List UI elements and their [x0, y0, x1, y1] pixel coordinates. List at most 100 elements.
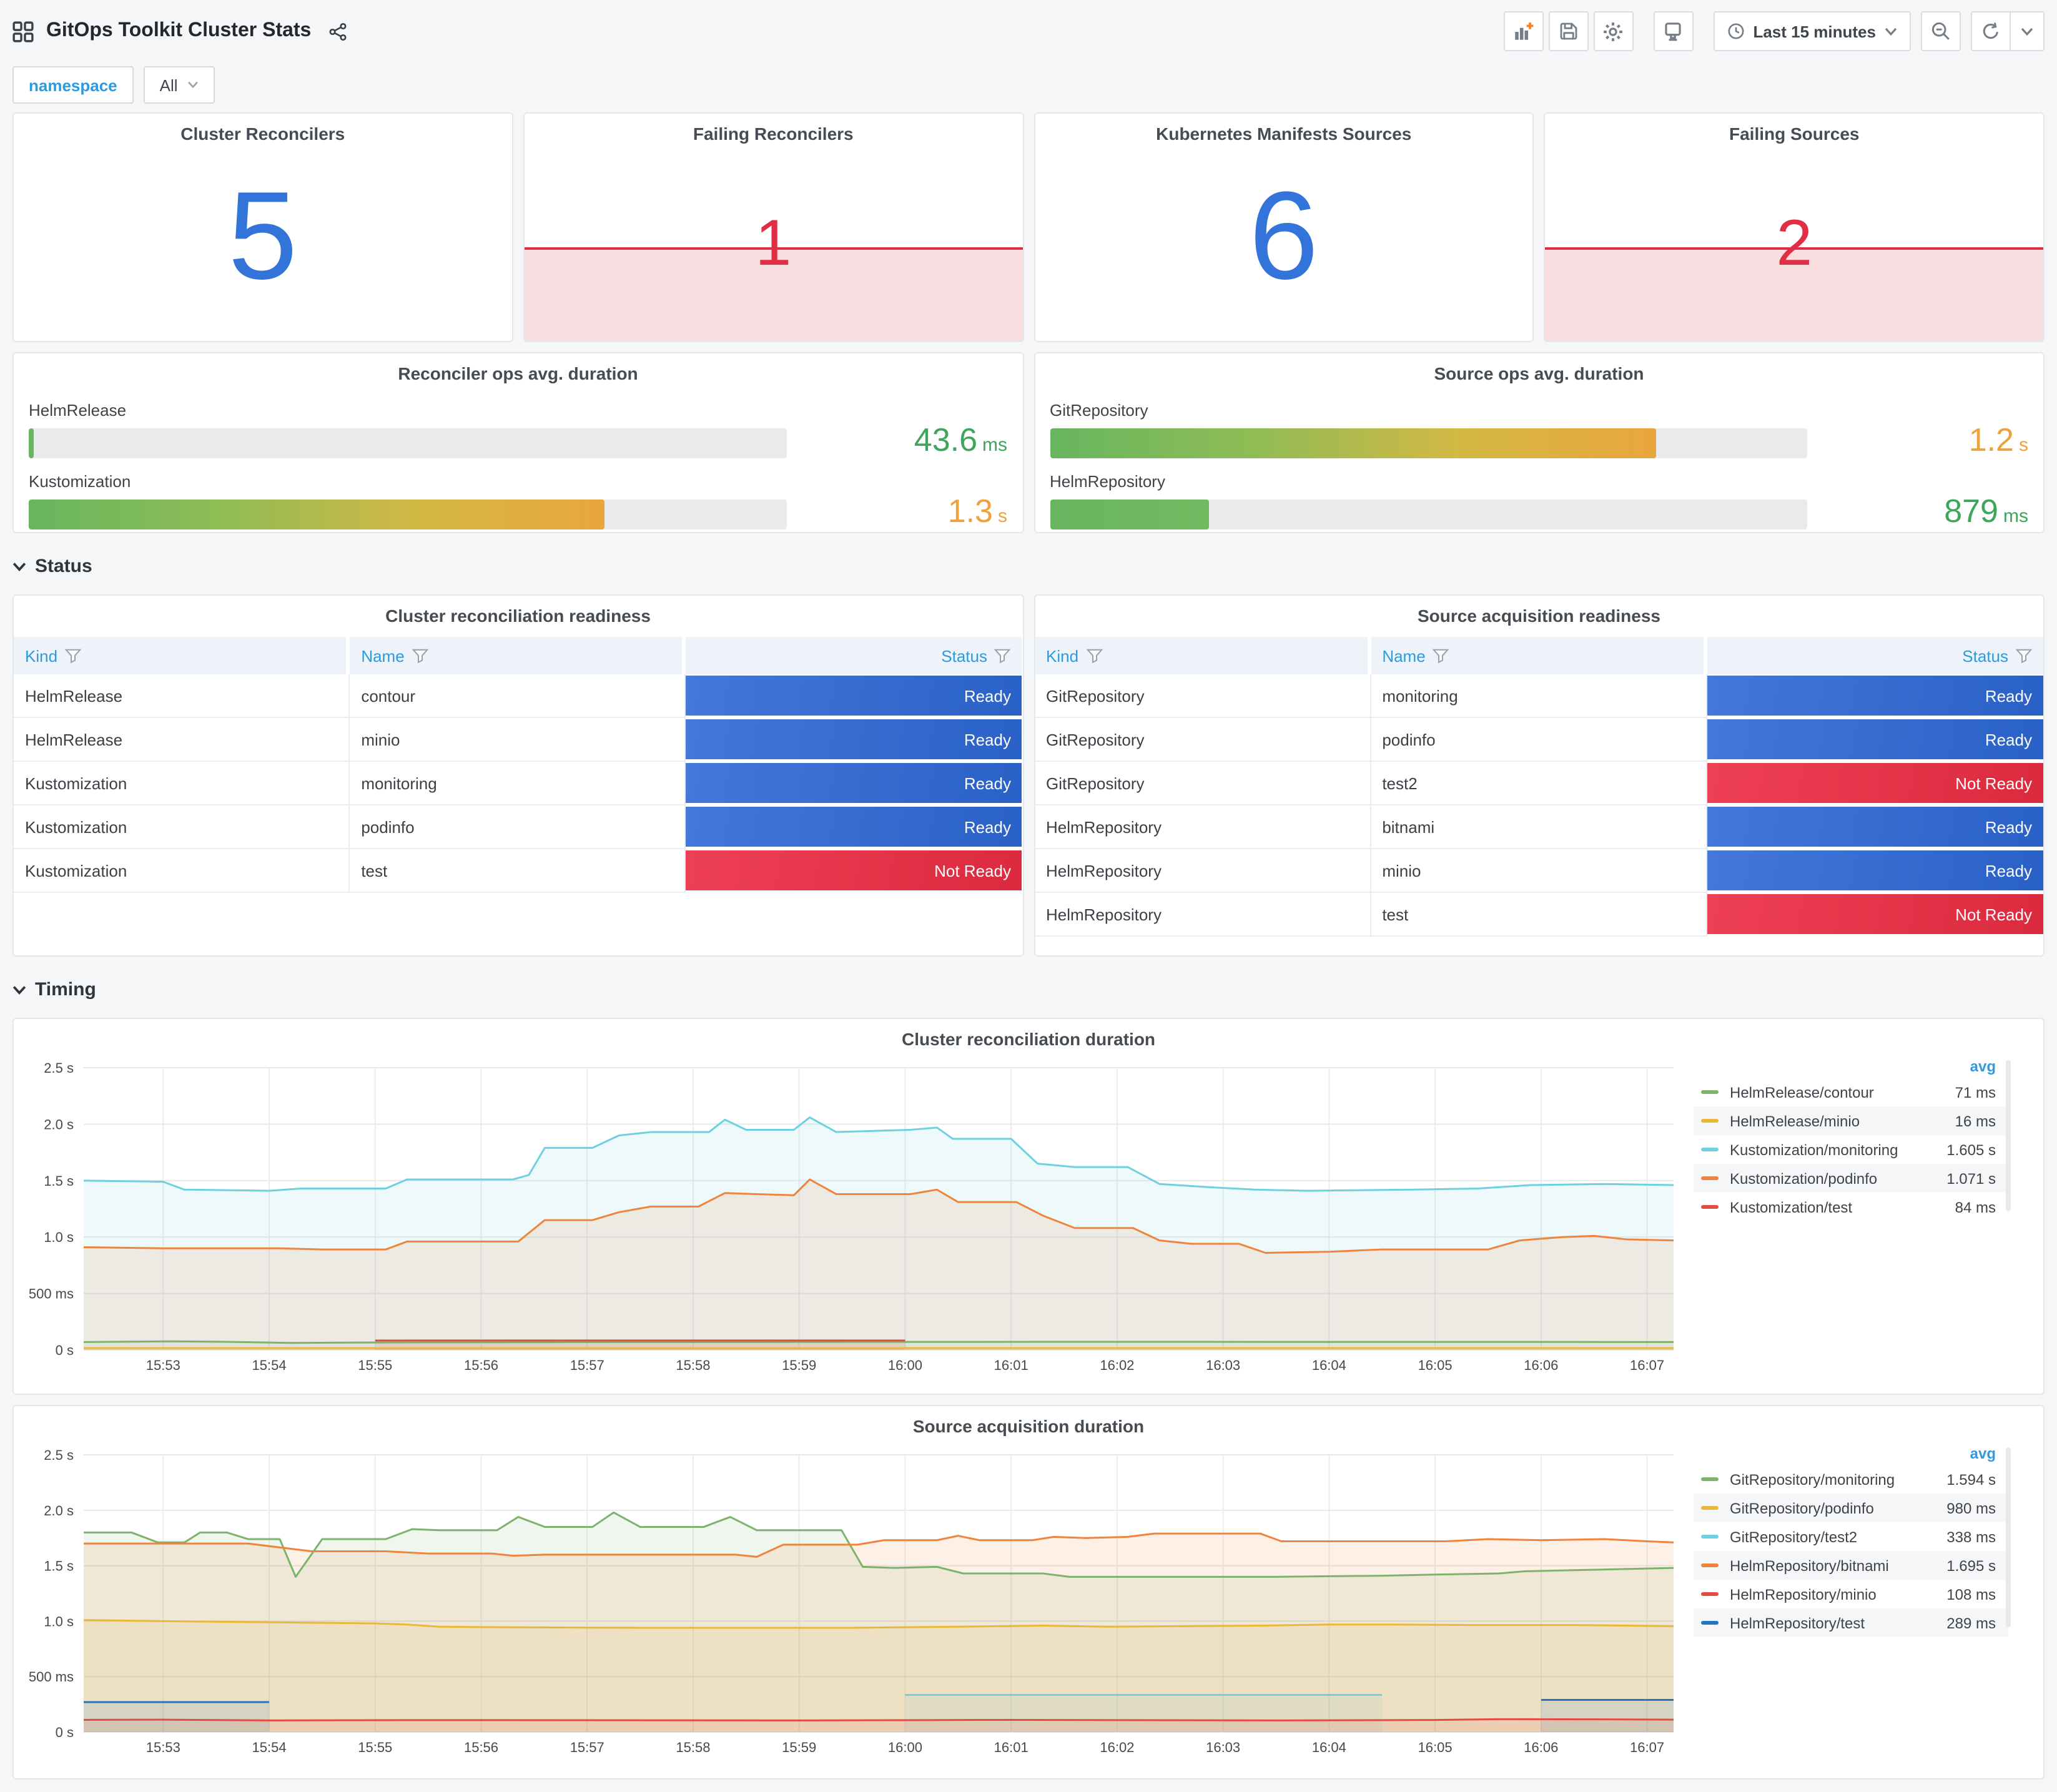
- column-header-kind[interactable]: Kind: [1035, 637, 1368, 674]
- cell-name: minio: [1371, 849, 1707, 893]
- add-panel-button[interactable]: [1503, 11, 1544, 51]
- legend-item-helmrepository-bitnami[interactable]: HelmRepository/bitnami 1.695 s: [1694, 1551, 2008, 1580]
- column-header-status[interactable]: Status: [1707, 637, 2043, 674]
- legend-series-avg: 1.594 s: [1946, 1470, 1996, 1488]
- cell-kind: HelmRepository: [1035, 849, 1371, 893]
- filter-icon[interactable]: [994, 647, 1012, 664]
- column-header-label: Status: [941, 646, 987, 665]
- legend-item-gitrepository-monitoring[interactable]: GitRepository/monitoring 1.594 s: [1694, 1465, 2008, 1494]
- stat-value: 5: [228, 166, 298, 307]
- gauge-value: 1.2 s: [1822, 423, 2028, 461]
- legend-item-helmrelease-minio[interactable]: HelmRelease/minio 16 ms: [1694, 1106, 2008, 1135]
- legend-series-avg: 338 ms: [1946, 1528, 1996, 1545]
- save-dashboard-button[interactable]: [1548, 11, 1589, 51]
- cell-status: Not Ready: [1707, 894, 2043, 934]
- series-line-helmrepository-minio: [83, 1718, 1674, 1721]
- cell-kind: GitRepository: [1035, 674, 1371, 718]
- gauge-bar-fill: [1050, 499, 1209, 529]
- legend-series-name: HelmRepository/test: [1730, 1614, 1865, 1632]
- stat-panel-failing-sources: Failing Sources 2: [1544, 112, 2045, 342]
- column-header-name[interactable]: Name: [1371, 637, 1704, 674]
- filter-icon[interactable]: [64, 647, 82, 664]
- legend-series-avg: 1.605 s: [1946, 1141, 1996, 1158]
- cell-status: Ready: [1707, 676, 2043, 716]
- legend-item-helmrepository-minio[interactable]: HelmRepository/minio 108 ms: [1694, 1580, 2008, 1608]
- share-icon[interactable]: [328, 22, 347, 41]
- dashboard: GitOps Toolkit Cluster Stats Last 15 min…: [0, 0, 2057, 1792]
- refresh-button-group: [1971, 11, 2045, 51]
- legend-scrollbar[interactable]: [2006, 1447, 2011, 1627]
- legend-series-avg: 289 ms: [1946, 1614, 1996, 1632]
- gauge-bar-track: [29, 428, 786, 458]
- x-axis-tick-label: 15:55: [358, 1740, 392, 1755]
- x-axis-tick-label: 15:57: [570, 1740, 604, 1755]
- panel-title[interactable]: Source ops avg. duration: [1050, 353, 2028, 390]
- y-axis-tick-label: 1.5 s: [44, 1558, 74, 1574]
- section-status-label: Status: [35, 556, 92, 577]
- y-axis-tick-label: 2.0 s: [44, 1503, 74, 1519]
- refresh-interval-button[interactable]: [2010, 12, 2043, 50]
- y-axis-tick-label: 0 s: [56, 1342, 74, 1358]
- legend-item-helmrelease-contour[interactable]: HelmRelease/contour 71 ms: [1694, 1078, 2008, 1106]
- cell-kind: HelmRepository: [1035, 893, 1371, 937]
- section-timing-label: Timing: [35, 979, 96, 1000]
- zoom-out-button[interactable]: [1921, 11, 1961, 51]
- legend-series-name: GitRepository/test2: [1730, 1528, 1858, 1545]
- table-panel-cluster-reconciliation-readiness: Cluster reconciliation readiness Kind Name…: [12, 594, 1024, 957]
- variables-bar: namespace All: [12, 57, 2045, 112]
- stat-panel-cluster-reconcilers: Cluster Reconcilers 5: [12, 112, 513, 342]
- x-axis-tick-label: 15:54: [252, 1357, 287, 1373]
- panel-title[interactable]: Reconciler ops avg. duration: [29, 353, 1007, 390]
- cell-name: contour: [350, 674, 686, 718]
- legend-series-swatch: [1701, 1592, 1719, 1596]
- namespace-variable-dropdown[interactable]: All: [143, 66, 215, 104]
- cycle-view-button[interactable]: [1653, 11, 1694, 51]
- legend-item-kustomization-test[interactable]: Kustomization/test 84 ms: [1694, 1193, 2008, 1221]
- legend-item-kustomization-podinfo[interactable]: Kustomization/podinfo 1.071 s: [1694, 1164, 2008, 1193]
- filter-icon[interactable]: [2015, 647, 2033, 664]
- legend-series-swatch: [1701, 1506, 1719, 1510]
- x-axis-tick-label: 16:02: [1100, 1740, 1134, 1755]
- gauge-value-unit: ms: [2003, 506, 2028, 527]
- legend-series-name: HelmRelease/contour: [1730, 1083, 1874, 1101]
- cell-kind: GitRepository: [1035, 718, 1371, 762]
- x-axis-tick-label: 16:07: [1630, 1357, 1664, 1373]
- panel-title[interactable]: Source acquisition duration: [24, 1406, 2033, 1442]
- cell-name: monitoring: [350, 762, 686, 805]
- section-status[interactable]: Status: [12, 533, 2045, 594]
- legend-item-kustomization-monitoring[interactable]: Kustomization/monitoring 1.605 s: [1694, 1135, 2008, 1164]
- gauge-value-number: 1.2: [1968, 421, 2014, 458]
- gauge-label: HelmRelease: [29, 401, 127, 420]
- y-axis-tick-label: 2.5 s: [44, 1060, 74, 1076]
- table: Kind Name Status GitRepository monitoring Rea…: [1035, 637, 2043, 937]
- panel-title[interactable]: Cluster reconciliation readiness: [14, 596, 1022, 632]
- cell-status: Ready: [686, 763, 1022, 803]
- y-axis-tick-label: 2.0 s: [44, 1116, 74, 1132]
- legend-scrollbar[interactable]: [2006, 1060, 2011, 1211]
- filter-icon[interactable]: [1433, 647, 1450, 664]
- legend-item-gitrepository-podinfo[interactable]: GitRepository/podinfo 980 ms: [1694, 1494, 2008, 1522]
- time-range-picker[interactable]: Last 15 minutes: [1713, 11, 1911, 51]
- legend-avg-header[interactable]: avg: [1694, 1058, 2008, 1078]
- legend-avg-header[interactable]: avg: [1694, 1445, 2008, 1465]
- column-header-label: Name: [361, 646, 405, 665]
- x-axis-tick-label: 16:03: [1206, 1740, 1240, 1755]
- panel-title[interactable]: Source acquisition readiness: [1035, 596, 2043, 632]
- legend-series-name: HelmRelease/minio: [1730, 1112, 1860, 1130]
- legend-item-gitrepository-test2[interactable]: GitRepository/test2 338 ms: [1694, 1522, 2008, 1551]
- column-header-kind[interactable]: Kind: [14, 637, 347, 674]
- panel-title[interactable]: Cluster reconciliation duration: [24, 1019, 2033, 1055]
- table-panel-source-acquisition-readiness: Source acquisition readiness Kind Name Stat…: [1033, 594, 2045, 957]
- column-header-name[interactable]: Name: [350, 637, 683, 674]
- filter-icon[interactable]: [412, 647, 429, 664]
- section-timing[interactable]: Timing: [12, 957, 2045, 1018]
- cell-kind: GitRepository: [1035, 762, 1371, 805]
- legend-item-helmrepository-test[interactable]: HelmRepository/test 289 ms: [1694, 1608, 2008, 1637]
- refresh-button[interactable]: [1972, 12, 2010, 50]
- page-title: GitOps Toolkit Cluster Stats: [46, 20, 312, 41]
- settings-button[interactable]: [1593, 11, 1634, 51]
- column-header-status[interactable]: Status: [686, 637, 1022, 674]
- chevron-down-icon: [188, 81, 199, 89]
- filter-icon[interactable]: [1085, 647, 1103, 664]
- dashboard-grid-icon[interactable]: [12, 21, 34, 42]
